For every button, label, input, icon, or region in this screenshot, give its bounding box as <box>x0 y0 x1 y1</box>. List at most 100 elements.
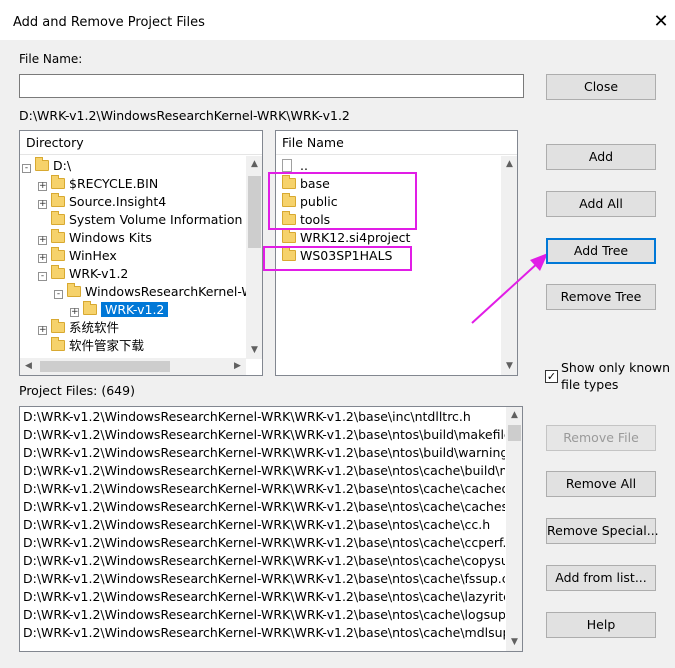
directory-item-label: D:\ <box>53 158 72 173</box>
scroll-left-arrow-icon[interactable]: ◀ <box>20 358 37 375</box>
scroll-up-arrow-icon[interactable]: ▲ <box>246 156 262 173</box>
close-button[interactable]: Close <box>546 74 656 100</box>
expand-icon[interactable]: + <box>38 326 47 335</box>
scroll-down-arrow-icon[interactable]: ▼ <box>501 358 517 375</box>
directory-item-label: Windows Kits <box>69 230 152 245</box>
project-file-item[interactable]: D:\WRK-v1.2\WindowsResearchKernel-WRK\WR… <box>23 498 505 516</box>
file-icon <box>282 159 292 172</box>
directory-header[interactable]: Directory <box>20 131 262 155</box>
project-file-item[interactable]: D:\WRK-v1.2\WindowsResearchKernel-WRK\WR… <box>23 588 505 606</box>
project-file-item[interactable]: D:\WRK-v1.2\WindowsResearchKernel-WRK\WR… <box>23 444 505 462</box>
file-list-item[interactable]: WRK12.si4project <box>282 229 410 247</box>
project-file-item[interactable]: D:\WRK-v1.2\WindowsResearchKernel-WRK\WR… <box>23 516 505 534</box>
project-file-item[interactable]: D:\WRK-v1.2\WindowsResearchKernel-WRK\WR… <box>23 552 505 570</box>
remove-special-button[interactable]: Remove Special... <box>546 518 659 544</box>
directory-item[interactable]: - WindowsResearchKernel-W <box>54 283 254 301</box>
folder-icon <box>83 301 97 315</box>
remove-tree-button[interactable]: Remove Tree <box>546 284 656 310</box>
folder-icon <box>282 229 296 243</box>
show-known-label-line2: file types <box>561 377 619 392</box>
directory-vscroll-thumb[interactable] <box>248 176 261 248</box>
file-list-item-label: .. <box>300 158 308 173</box>
directory-item[interactable]: + Source.Insight4 <box>38 193 166 211</box>
tree-line-icon <box>38 215 47 224</box>
directory-item-label: System Volume Information <box>69 212 243 227</box>
project-file-item[interactable]: D:\WRK-v1.2\WindowsResearchKernel-WRK\WR… <box>23 624 505 642</box>
add-from-list-button[interactable]: Add from list... <box>546 565 656 591</box>
highlight-box-folders <box>268 172 417 230</box>
directory-hscroll-thumb[interactable] <box>40 361 170 372</box>
collapse-icon[interactable]: - <box>22 164 31 173</box>
directory-item[interactable]: + 系统软件 <box>38 319 119 337</box>
project-file-item[interactable]: D:\WRK-v1.2\WindowsResearchKernel-WRK\WR… <box>23 480 505 498</box>
directory-item-label: WRK-v1.2 <box>101 302 169 317</box>
project-files-vscroll-thumb[interactable] <box>508 425 521 441</box>
current-path: D:\WRK-v1.2\WindowsResearchKernel-WRK\WR… <box>19 108 350 123</box>
tree-line-icon <box>38 341 47 350</box>
project-files-vscroll[interactable]: ▲ ▼ <box>506 407 522 651</box>
directory-item[interactable]: - D:\ <box>22 157 71 175</box>
project-file-item[interactable]: D:\WRK-v1.2\WindowsResearchKernel-WRK\WR… <box>23 408 505 426</box>
folder-icon <box>51 211 65 225</box>
file-name-input[interactable] <box>19 74 524 98</box>
scroll-right-arrow-icon[interactable]: ▶ <box>229 358 246 375</box>
annotation-arrow-icon <box>471 253 548 324</box>
file-list-item-label: WRK12.si4project <box>300 230 411 245</box>
expand-icon[interactable]: + <box>38 236 47 245</box>
folder-icon <box>51 247 65 261</box>
add-all-button[interactable]: Add All <box>546 191 656 217</box>
expand-icon[interactable]: + <box>38 254 47 263</box>
collapse-icon[interactable]: - <box>54 290 63 299</box>
show-known-label-line1: Show only known <box>561 360 671 375</box>
directory-item-label: WRK-v1.2 <box>69 266 129 281</box>
folder-icon <box>51 319 65 333</box>
remove-file-button[interactable]: Remove File <box>546 425 656 451</box>
folder-icon <box>67 283 81 297</box>
scroll-down-arrow-icon[interactable]: ▼ <box>246 342 262 359</box>
expand-icon[interactable]: + <box>38 182 47 191</box>
file-name-label: File Name: <box>19 52 83 66</box>
folder-icon <box>51 265 65 279</box>
project-files-label: Project Files: (649) <box>19 383 135 398</box>
project-file-item[interactable]: D:\WRK-v1.2\WindowsResearchKernel-WRK\WR… <box>23 426 505 444</box>
highlight-box-ws03 <box>263 246 412 271</box>
directory-item-label: 软件管家下载 <box>69 338 145 353</box>
directory-item-label: $RECYCLE.BIN <box>69 176 159 191</box>
directory-hscroll[interactable]: ◀ ▶ <box>20 358 246 375</box>
directory-item[interactable]: + $RECYCLE.BIN <box>38 175 158 193</box>
directory-item[interactable]: 软件管家下载 <box>38 337 144 355</box>
directory-item-label: 系统软件 <box>69 320 120 335</box>
directory-item-label: WinHex <box>69 248 117 263</box>
directory-item[interactable]: + WRK-v1.2 <box>70 301 169 319</box>
project-file-item[interactable]: D:\WRK-v1.2\WindowsResearchKernel-WRK\WR… <box>23 570 505 588</box>
directory-item[interactable]: System Volume Information <box>38 211 242 229</box>
collapse-icon[interactable]: - <box>38 272 47 281</box>
project-files-panel: D:\WRK-v1.2\WindowsResearchKernel-WRK\WR… <box>19 406 523 652</box>
directory-item-label: WindowsResearchKernel-W <box>85 284 254 299</box>
scroll-down-arrow-icon[interactable]: ▼ <box>506 634 522 651</box>
folder-icon <box>51 193 65 207</box>
expand-icon[interactable]: + <box>38 200 47 209</box>
directory-item[interactable]: + WinHex <box>38 247 117 265</box>
project-file-item[interactable]: D:\WRK-v1.2\WindowsResearchKernel-WRK\WR… <box>23 534 505 552</box>
add-button[interactable]: Add <box>546 144 656 170</box>
project-file-item[interactable]: D:\WRK-v1.2\WindowsResearchKernel-WRK\WR… <box>23 462 505 480</box>
scroll-up-arrow-icon[interactable]: ▲ <box>501 156 517 173</box>
directory-panel: Directory - D:\ + $RECYCLE.BIN + Source.Insig… <box>19 130 263 376</box>
expand-icon[interactable]: + <box>70 308 79 317</box>
folder-icon <box>51 229 65 243</box>
folder-icon <box>51 337 65 351</box>
remove-all-button[interactable]: Remove All <box>546 471 656 497</box>
project-file-item[interactable]: D:\WRK-v1.2\WindowsResearchKernel-WRK\WR… <box>23 606 505 624</box>
scroll-up-arrow-icon[interactable]: ▲ <box>506 407 522 424</box>
close-icon[interactable]: ✕ <box>650 11 672 33</box>
directory-item-label: Source.Insight4 <box>69 194 167 209</box>
directory-item[interactable]: + Windows Kits <box>38 229 152 247</box>
file-list-header[interactable]: File Name <box>276 131 517 155</box>
folder-icon <box>35 157 49 171</box>
directory-vscroll[interactable]: ▲ ▼ <box>246 156 262 359</box>
show-known-checkbox[interactable]: ✓ <box>545 370 558 383</box>
directory-item[interactable]: - WRK-v1.2 <box>38 265 128 283</box>
add-tree-button[interactable]: Add Tree <box>546 238 656 264</box>
help-button[interactable]: Help <box>546 612 656 638</box>
